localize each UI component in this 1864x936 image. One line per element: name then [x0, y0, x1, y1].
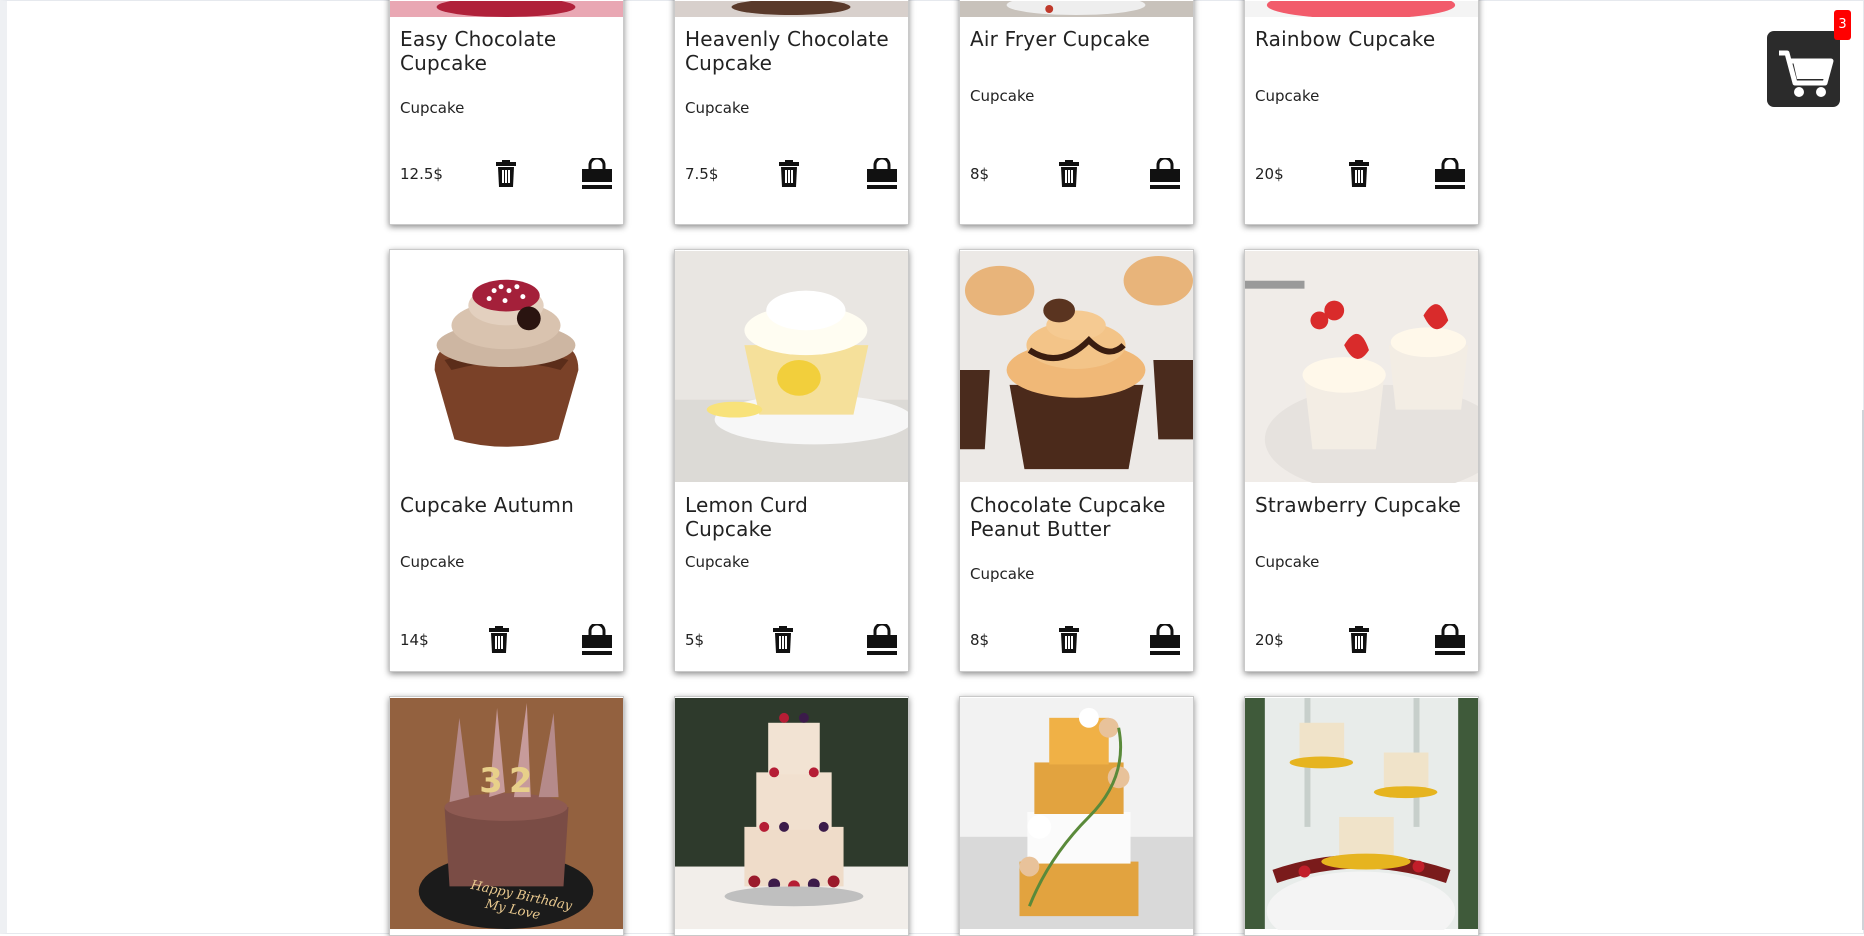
product-card[interactable]: Air Fryer Cupcake Cupcake 8$	[959, 0, 1194, 225]
product-card[interactable]	[959, 696, 1194, 936]
product-card[interactable]: Strawberry Cupcake Cupcake 20$	[1244, 249, 1479, 672]
shopping-bag-icon[interactable]	[1149, 156, 1181, 193]
product-image[interactable]	[390, 1, 623, 17]
product-image[interactable]	[390, 250, 623, 483]
product-price: 20$	[1255, 631, 1284, 649]
trash-icon[interactable]	[1058, 160, 1080, 191]
svg-text:3: 3	[479, 761, 502, 800]
product-image[interactable]	[960, 697, 1193, 930]
product-title: Heavenly Chocolate Cupcake	[685, 27, 889, 75]
shopping-cart-icon	[1779, 50, 1834, 97]
product-category: Cupcake	[1255, 87, 1320, 105]
product-title: Strawberry Cupcake	[1255, 493, 1462, 517]
svg-text:2: 2	[509, 761, 532, 800]
product-image[interactable]	[960, 250, 1193, 483]
product-price: 5$	[685, 631, 705, 649]
product-category: Cupcake	[970, 565, 1035, 583]
shopping-bag-icon[interactable]	[866, 156, 898, 193]
shopping-bag-icon[interactable]	[1434, 622, 1466, 659]
product-image[interactable]	[1245, 697, 1478, 930]
trash-icon[interactable]	[1348, 160, 1370, 191]
trash-icon[interactable]	[488, 626, 510, 657]
product-image[interactable]	[1245, 1, 1478, 17]
product-card[interactable]: Easy Chocolate Cupcake Cupcake 12.5$	[389, 0, 624, 225]
product-image[interactable]	[1245, 250, 1478, 483]
shopping-bag-icon[interactable]	[581, 156, 613, 193]
product-price: 12.5$	[400, 165, 443, 183]
product-grid: Easy Chocolate Cupcake Cupcake 12.5$ Hea…	[389, 0, 1481, 936]
product-image[interactable]	[675, 250, 908, 483]
shopping-bag-icon[interactable]	[581, 622, 613, 659]
product-category: Cupcake	[400, 99, 465, 117]
product-category: Cupcake	[400, 553, 465, 571]
product-price: 20$	[1255, 165, 1284, 183]
product-title: Lemon Curd Cupcake	[685, 493, 809, 541]
trash-icon[interactable]	[1348, 626, 1370, 657]
product-card[interactable]: Lemon Curd Cupcake Cupcake 5$	[674, 249, 909, 672]
product-price: 7.5$	[685, 165, 719, 183]
product-category: Cupcake	[970, 87, 1035, 105]
product-card[interactable]: 3 2 Happy Birthday My Love	[389, 696, 624, 936]
product-price: 14$	[400, 631, 429, 649]
product-card[interactable]: Rainbow Cupcake Cupcake 20$	[1244, 0, 1479, 225]
trash-icon[interactable]	[772, 626, 794, 657]
product-title: Air Fryer Cupcake	[970, 27, 1150, 51]
product-category: Cupcake	[685, 99, 750, 117]
cart-count-badge: 3	[1834, 10, 1851, 40]
product-card[interactable]: Heavenly Chocolate Cupcake Cupcake 7.5$	[674, 0, 909, 225]
product-title: Easy Chocolate Cupcake	[400, 27, 557, 75]
cart-button[interactable]	[1767, 31, 1840, 107]
product-card[interactable]: Chocolate Cupcake Peanut Butter Cupcake …	[959, 249, 1194, 672]
trash-icon[interactable]	[778, 160, 800, 191]
shopping-bag-icon[interactable]	[1434, 156, 1466, 193]
product-card[interactable]	[1244, 696, 1479, 936]
product-title: Rainbow Cupcake	[1255, 27, 1436, 51]
product-price: 8$	[970, 165, 990, 183]
product-category: Cupcake	[685, 553, 750, 571]
product-image[interactable]	[675, 1, 908, 17]
product-image[interactable]	[675, 697, 908, 930]
product-category: Cupcake	[1255, 553, 1320, 571]
trash-icon[interactable]	[495, 160, 517, 191]
product-card[interactable]	[674, 696, 909, 936]
shopping-bag-icon[interactable]	[1149, 622, 1181, 659]
product-price: 8$	[970, 631, 990, 649]
product-title: Chocolate Cupcake Peanut Butter	[970, 493, 1166, 541]
trash-icon[interactable]	[1058, 626, 1080, 657]
shopping-bag-icon[interactable]	[866, 622, 898, 659]
product-image[interactable]: 3 2 Happy Birthday My Love	[390, 697, 623, 930]
product-image[interactable]	[960, 1, 1193, 17]
product-title: Cupcake Autumn	[400, 493, 574, 517]
product-card[interactable]: Cupcake Autumn Cupcake 14$	[389, 249, 624, 672]
